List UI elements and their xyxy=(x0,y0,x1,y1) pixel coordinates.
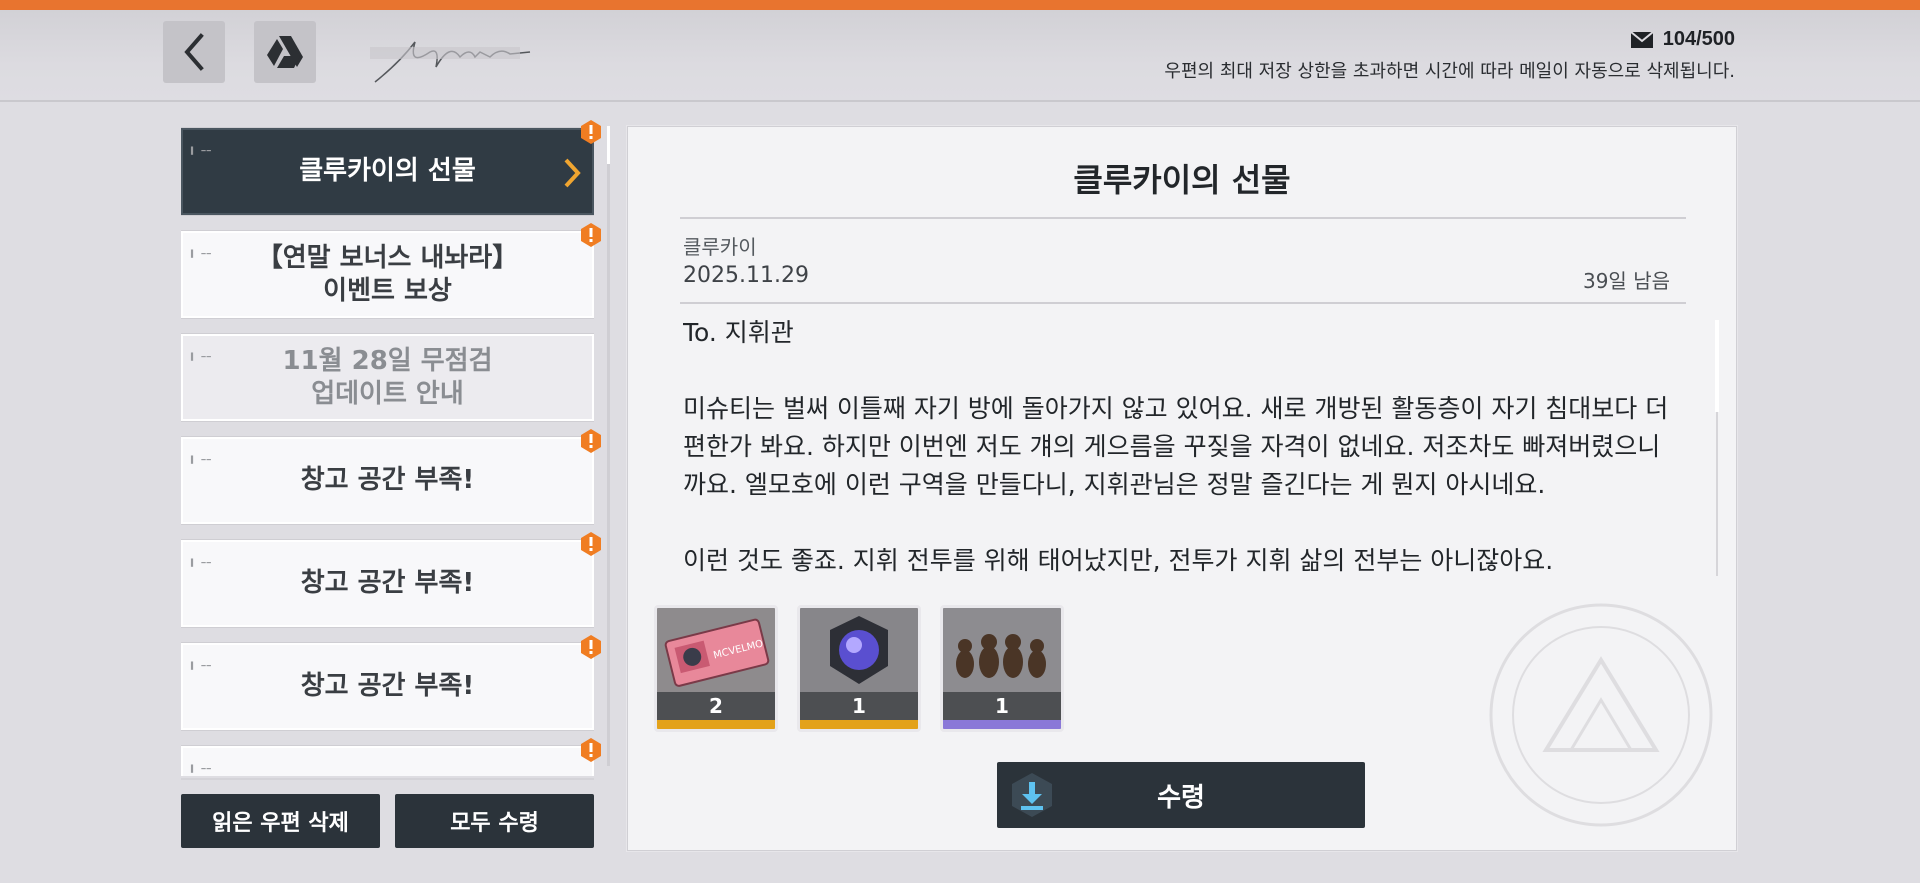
mail-item[interactable]: ▌ ━━ 창고 공간 부족! xyxy=(181,437,594,524)
chevron-right-icon xyxy=(564,158,581,188)
storage-notice: 우편의 최대 저장 상한을 초과하면 시간에 따라 메일이 자동으로 삭제됩니다… xyxy=(1164,61,1735,82)
days-remaining: 39일 남음 xyxy=(1582,269,1670,293)
mail-item[interactable]: ▌ ━━ 11월 28일 무점검 업데이트 안내 xyxy=(181,334,594,421)
download-icon xyxy=(1012,773,1052,817)
item-code-decoration: ▌ ━━ xyxy=(191,765,212,773)
item-code-decoration: ▌ ━━ xyxy=(191,250,212,258)
mail-count-text: 104/500 xyxy=(1662,28,1735,50)
back-button[interactable] xyxy=(163,21,225,83)
header-divider xyxy=(680,302,1686,304)
mail-body: To. 지휘관 미슈티는 벌써 이틀째 자기 방에 돌아가지 않고 있어요. 새… xyxy=(683,318,1669,575)
reward-item[interactable]: 1 xyxy=(940,605,1064,732)
mail-item-title: 창고 공간 부족! xyxy=(300,465,475,495)
item-code-decoration: ▌ ━━ xyxy=(191,147,212,155)
title-divider xyxy=(680,217,1686,219)
claim-button[interactable]: 수령 xyxy=(997,762,1365,828)
alert-icon xyxy=(581,429,601,453)
item-code-decoration: ▌ ━━ xyxy=(191,559,212,567)
ticket-icon: MCVELMO xyxy=(657,608,775,692)
mail-date: 2025.11.29 xyxy=(683,263,809,288)
mail-item[interactable]: ▌ ━━ 【연말 보너스 내놔라】 이벤트 보상 xyxy=(181,231,594,318)
mail-body-scroll-thumb[interactable] xyxy=(1715,320,1719,412)
mail-list-scrollbar[interactable] xyxy=(607,126,610,766)
mail-item-title: 클루카이의 선물 xyxy=(299,156,476,186)
mail-item-title: 【연말 보너스 내놔라】 이벤트 보상 xyxy=(256,242,519,306)
home-button[interactable] xyxy=(254,21,316,83)
mail-item-title: 창고 공간 부족! xyxy=(300,568,475,598)
mail-list: ▌ ━━ 클루카이의 선물 ▌ ━━ 【연말 보너스 내놔라】 이벤트 보상 ▌… xyxy=(181,126,594,776)
alert-icon xyxy=(581,120,601,144)
rarity-bar xyxy=(657,720,775,729)
top-accent-stripe xyxy=(0,0,1920,10)
alert-icon xyxy=(581,738,601,762)
delete-read-button[interactable]: 읽은 우편 삭제 xyxy=(181,794,380,848)
envelope-icon xyxy=(1630,31,1653,48)
bird-figurines-icon xyxy=(943,608,1061,692)
drive-logo-icon xyxy=(267,36,303,68)
mail-item[interactable]: ▌ ━━ 클루카이의 선물 xyxy=(181,128,594,215)
mail-item-title: 창고 공간 부족! xyxy=(300,671,475,701)
reward-item[interactable]: MCVELMO 2 xyxy=(654,605,778,732)
alert-icon xyxy=(581,532,601,556)
reward-quantity: 1 xyxy=(943,692,1061,720)
core-orb-icon xyxy=(800,608,918,692)
reward-quantity: 1 xyxy=(800,692,918,720)
mail-list-scroll-thumb[interactable] xyxy=(607,126,610,164)
claim-label: 수령 xyxy=(1157,782,1205,813)
item-code-decoration: ▌ ━━ xyxy=(191,456,212,464)
stamp-watermark xyxy=(1489,603,1713,827)
rarity-bar xyxy=(800,720,918,729)
mail-item-title: 11월 28일 무점검 업데이트 안내 xyxy=(282,345,493,409)
mail-item[interactable]: ▌ ━━ xyxy=(181,746,594,776)
item-code-decoration: ▌ ━━ xyxy=(191,662,212,670)
receive-all-button[interactable]: 모두 수령 xyxy=(395,794,594,848)
mail-item[interactable]: ▌ ━━ 창고 공간 부족! xyxy=(181,540,594,627)
mail-title: 클루카이의 선물 xyxy=(1073,161,1291,199)
back-arrow-icon xyxy=(184,33,204,71)
rarity-bar xyxy=(943,720,1061,729)
alert-icon xyxy=(581,223,601,247)
mail-detail-panel: 클루카이의 선물 클루카이 2025.11.29 39일 남음 To. 지휘관 … xyxy=(627,126,1737,851)
signature-graphic xyxy=(370,41,531,83)
alert-icon xyxy=(581,635,601,659)
reward-quantity: 2 xyxy=(657,692,775,720)
mail-sender: 클루카이 xyxy=(683,235,757,259)
mail-item[interactable]: ▌ ━━ 창고 공간 부족! xyxy=(181,643,594,730)
list-divider xyxy=(181,778,594,780)
item-code-decoration: ▌ ━━ xyxy=(191,353,212,361)
reward-item[interactable]: 1 xyxy=(797,605,921,732)
mailbox-counter: 104/500 xyxy=(1630,28,1735,51)
